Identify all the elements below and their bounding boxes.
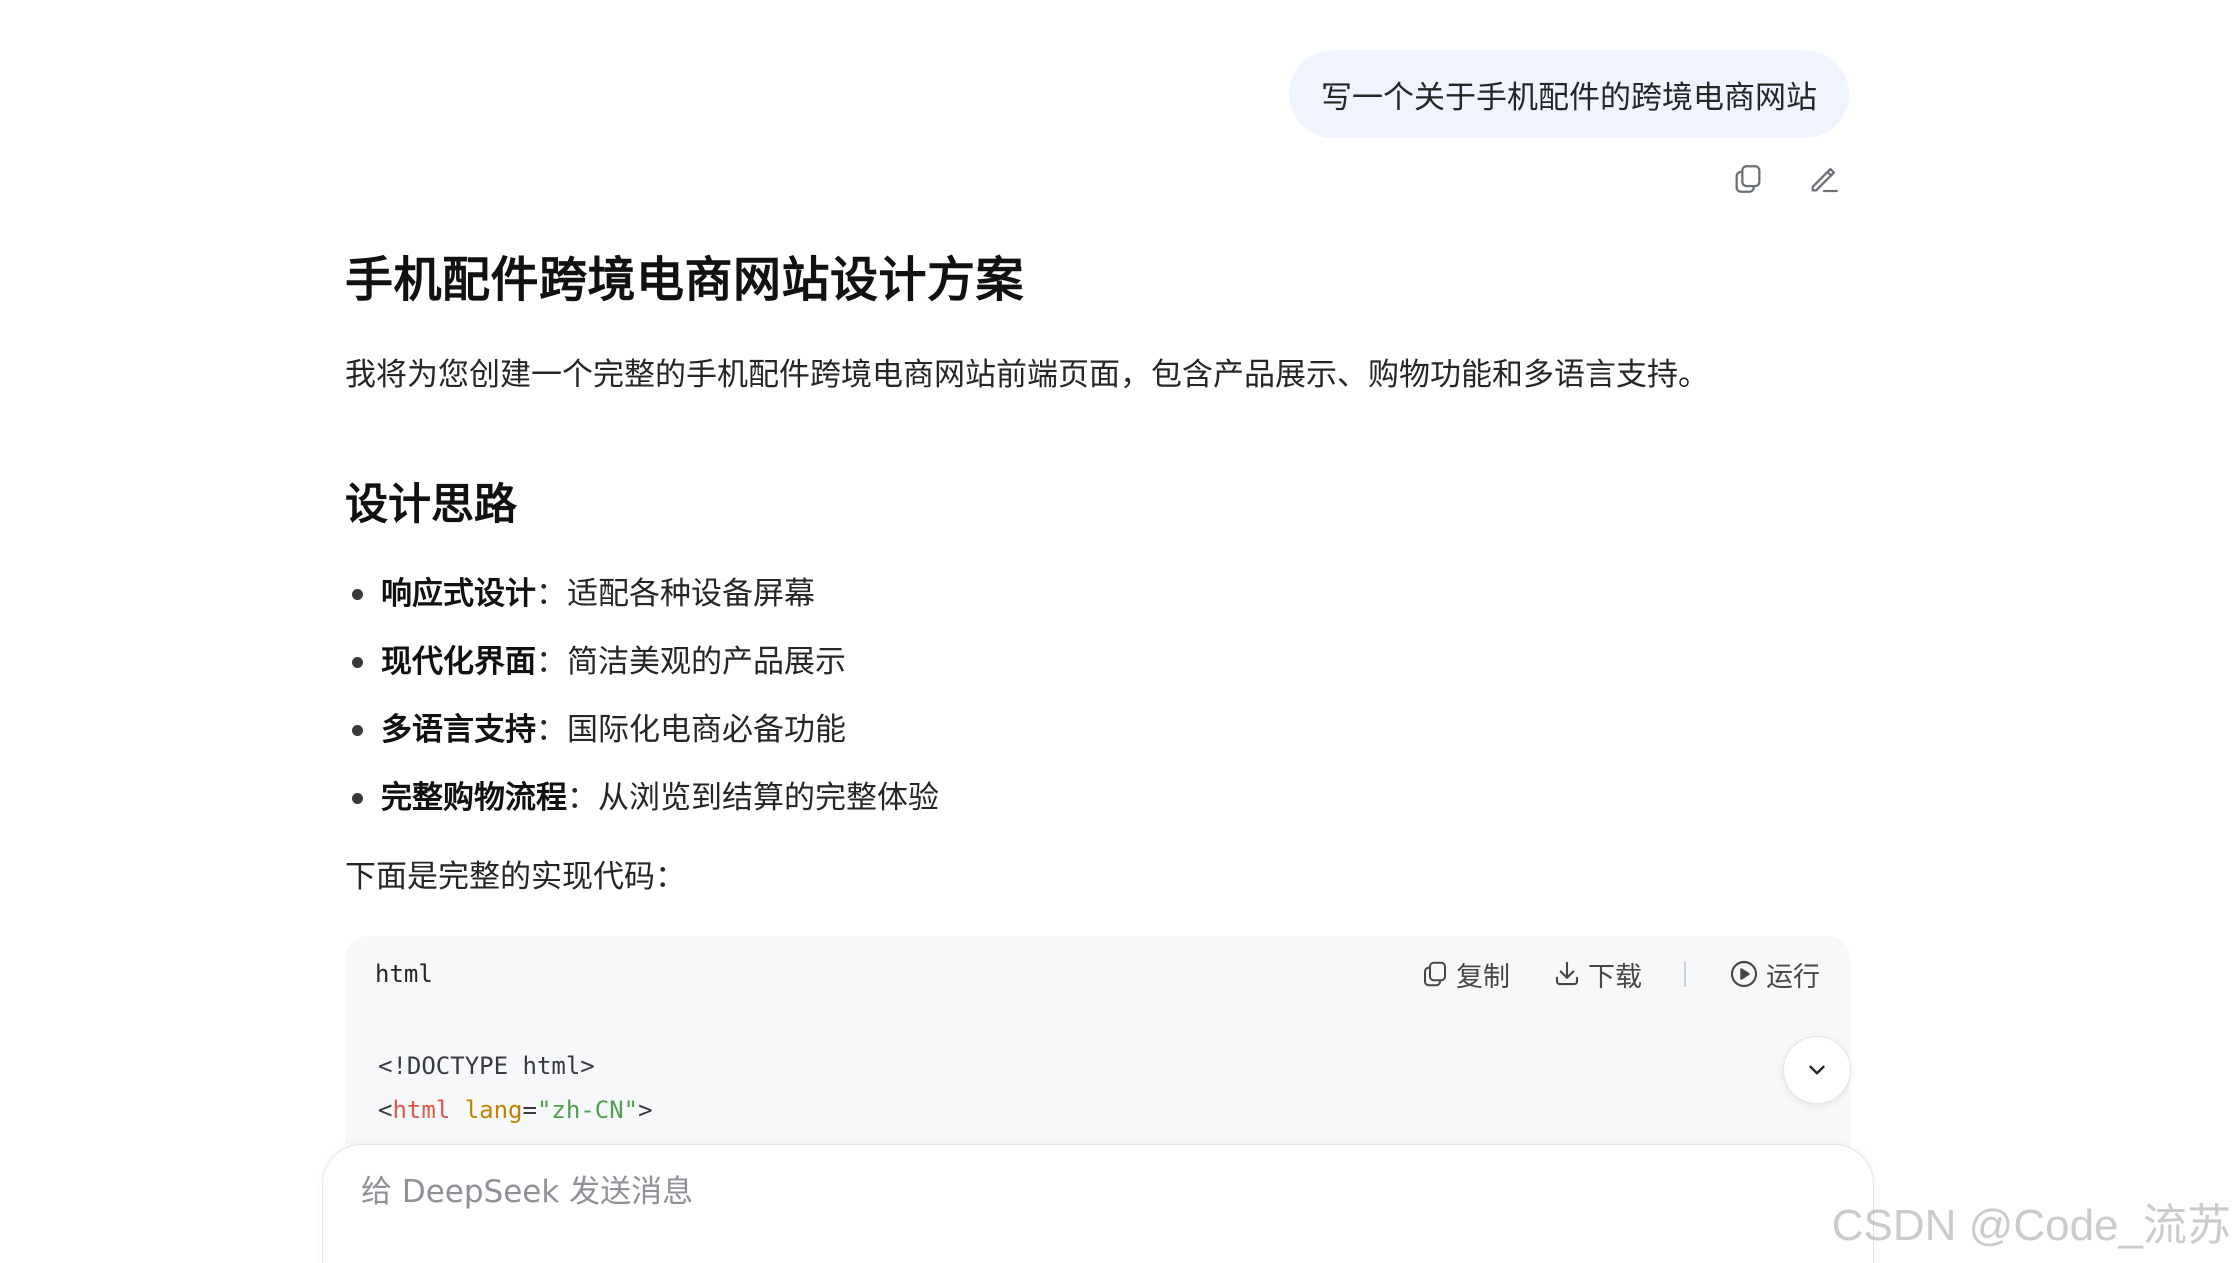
copy-message-button[interactable] (1727, 158, 1769, 200)
code-punct: = (522, 1096, 537, 1124)
point-label: 现代化界面 (381, 644, 536, 680)
list-item: 完整购物流程：从浏览到结算的完整体验 (345, 764, 1850, 832)
run-code-button[interactable]: 运行 (1728, 955, 1820, 994)
answer-title: 手机配件跨境电商网站设计方案 (345, 252, 1025, 308)
copy-code-label: 复制 (1456, 961, 1510, 993)
message-input[interactable] (359, 1173, 1563, 1211)
design-points-list: 响应式设计：适配各种设备屏幕 现代化界面：简洁美观的产品展示 多语言支持：国际化… (345, 560, 1850, 832)
edit-icon (1811, 167, 1838, 193)
toolbar-divider (1684, 961, 1686, 987)
user-message-bubble: 写一个关于手机配件的跨境电商网站 (1289, 50, 1849, 138)
answer-intro: 我将为您创建一个完整的手机配件跨境电商网站前端页面，包含产品展示、购物功能和多语… (345, 357, 1709, 393)
code-block-header: html 复制 下载 运行 (345, 936, 1850, 1012)
scroll-to-bottom-button[interactable] (1783, 1036, 1851, 1104)
point-label: 完整购物流程 (381, 780, 567, 816)
point-text: 简洁美观的产品展示 (567, 644, 846, 680)
list-item: 多语言支持：国际化电商必备功能 (345, 696, 1850, 764)
code-lead-text: 下面是完整的实现代码： (345, 859, 686, 895)
section-title: 设计思路 (345, 480, 517, 530)
code-content: <!DOCTYPE html> <html lang="zh-CN"> (345, 1012, 1850, 1132)
point-sep: ： (536, 712, 567, 748)
list-item: 响应式设计：适配各种设备屏幕 (345, 560, 1850, 628)
point-label: 多语言支持 (381, 712, 536, 748)
copy-code-button[interactable]: 复制 (1420, 955, 1510, 994)
point-sep: ： (567, 780, 598, 816)
watermark: CSDN @Code_流苏 (1831, 1201, 2231, 1250)
point-sep: ： (536, 576, 567, 612)
user-message-actions (1727, 158, 1845, 200)
code-punct: > (638, 1096, 653, 1124)
chevron-down-icon (1809, 1065, 1825, 1075)
message-composer (322, 1144, 1874, 1263)
point-text: 适配各种设备屏幕 (567, 576, 815, 612)
chat-page: 写一个关于手机配件的跨境电商网站 手机配件跨境电商网站设计方案 我将为您创建一个… (0, 0, 2235, 1263)
point-sep: ： (536, 644, 567, 680)
code-string: "zh-CN" (536, 1096, 639, 1124)
code-attr: lang (464, 1096, 523, 1124)
list-item: 现代化界面：简洁美观的产品展示 (345, 628, 1850, 696)
download-code-button[interactable]: 下载 (1552, 955, 1642, 994)
point-text: 从浏览到结算的完整体验 (598, 780, 939, 816)
assistant-answer: 手机配件跨境电商网站设计方案 我将为您创建一个完整的手机配件跨境电商网站前端页面… (345, 240, 1850, 904)
run-code-label: 运行 (1766, 961, 1820, 993)
code-block-toolbar: 复制 下载 运行 (1420, 955, 1820, 994)
copy-icon (1424, 961, 1446, 987)
code-doctype: <!DOCTYPE html> (378, 1052, 595, 1080)
play-circle-icon (1730, 960, 1758, 988)
download-code-label: 下载 (1588, 961, 1642, 993)
code-language-label: html (375, 960, 433, 988)
code-punct: < (378, 1096, 393, 1124)
code-line: <!DOCTYPE html> (378, 1044, 1817, 1088)
point-text: 国际化电商必备功能 (567, 712, 846, 748)
copy-icon (1735, 165, 1761, 193)
user-message-text: 写一个关于手机配件的跨境电商网站 (1321, 79, 1817, 116)
code-line: <html lang="zh-CN"> (378, 1088, 1817, 1132)
code-tag: html (392, 1096, 451, 1124)
point-label: 响应式设计 (381, 576, 536, 612)
edit-message-button[interactable] (1803, 158, 1845, 200)
download-icon (1555, 961, 1579, 986)
